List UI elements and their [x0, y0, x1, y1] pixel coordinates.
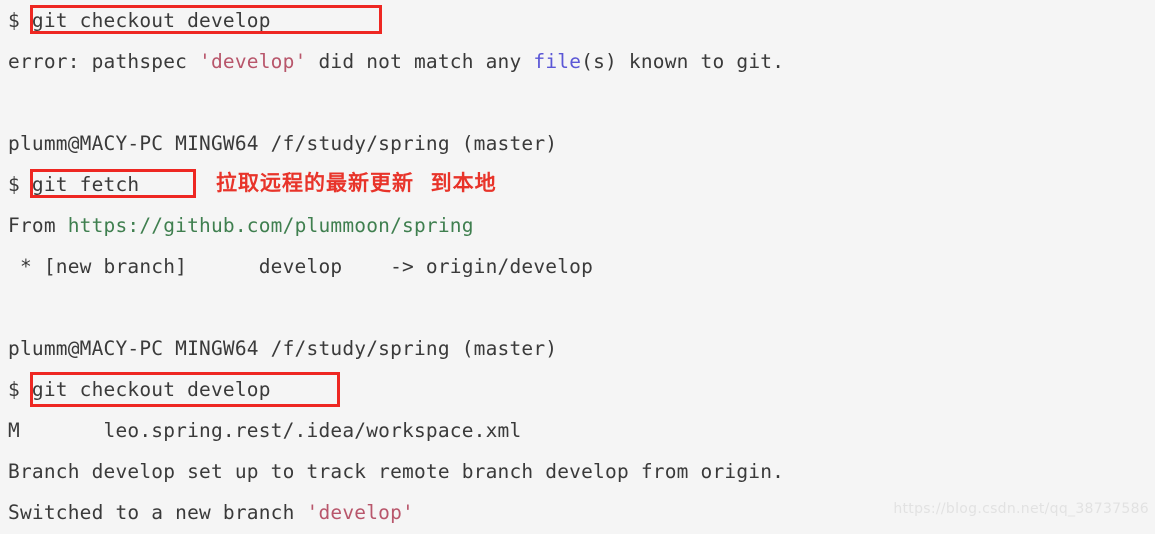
annotation-fetch-note: 拉取远程的最新更新 到本地	[216, 171, 497, 195]
from-keyword-text: From	[8, 214, 68, 237]
shell-prompt-symbol-3: $	[8, 378, 32, 401]
output-line-branch-tracking: Branch develop set up to track remote br…	[8, 460, 785, 483]
error-file-keyword: file	[533, 50, 582, 73]
output-line-switched-branch: Switched to a new branch 'develop'	[8, 492, 414, 533]
terminal-window: $ git checkout develop error: pathspec '…	[0, 0, 1155, 534]
switched-branch-name: 'develop'	[306, 501, 414, 524]
shell-prompt-symbol: $	[8, 9, 32, 32]
output-line-from-remote: From https://github.com/plummoon/spring	[8, 205, 474, 246]
error-branch-name: 'develop'	[199, 50, 307, 73]
shell-prompt-symbol-2: $	[8, 173, 32, 196]
error-suffix-text: (s) known to git.	[581, 50, 785, 73]
watermark-text: https://blog.csdn.net/qq_38737586	[893, 501, 1149, 517]
command-text-checkout-2: git checkout develop	[31, 378, 271, 401]
error-prefix-text: error: pathspec	[8, 50, 200, 73]
error-middle-text: did not match any	[306, 50, 534, 73]
command-line-checkout-1: $ git checkout develop	[8, 0, 271, 41]
command-line-checkout-2: $ git checkout develop	[8, 369, 271, 410]
output-line-error-pathspec: error: pathspec 'develop' did not match …	[8, 41, 784, 82]
command-line-fetch: $ git fetch	[8, 164, 139, 205]
command-text-fetch: git fetch	[31, 173, 140, 196]
command-text-checkout-1: git checkout develop	[31, 9, 271, 32]
output-line-new-branch: * [new branch] develop -> origin/develop	[8, 255, 594, 278]
switched-prefix-text: Switched to a new branch	[8, 501, 307, 524]
prompt-line-1: plumm@MACY-PC MINGW64 /f/study/spring (m…	[8, 132, 558, 155]
remote-url-text: https://github.com/plummoon/spring	[67, 214, 474, 237]
output-line-modified-file: M leo.spring.rest/.idea/workspace.xml	[8, 419, 522, 442]
prompt-line-2: plumm@MACY-PC MINGW64 /f/study/spring (m…	[8, 337, 558, 360]
